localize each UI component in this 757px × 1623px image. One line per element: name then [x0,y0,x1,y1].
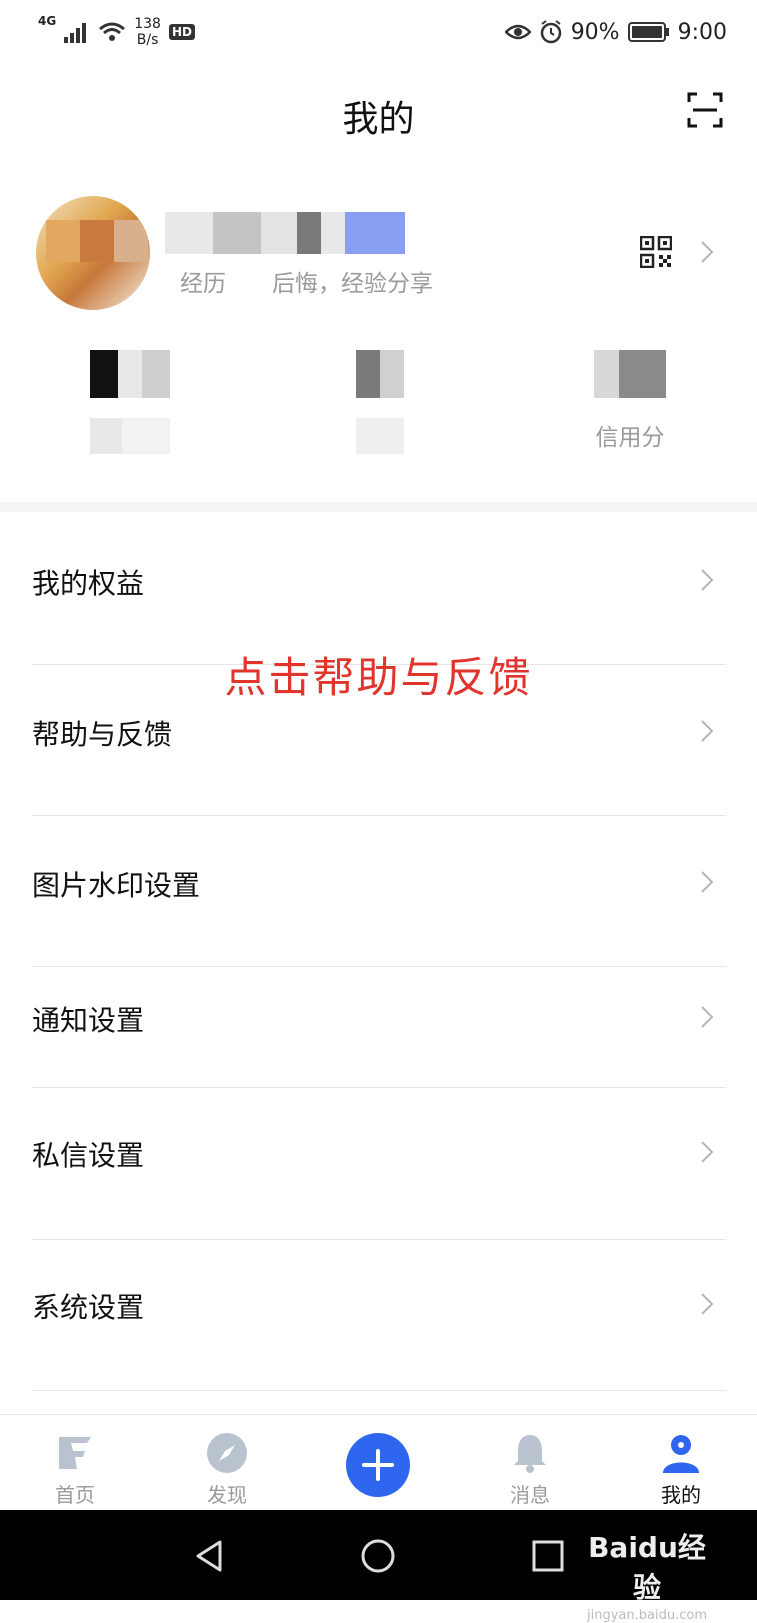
menu-item-notifications[interactable]: 通知设置 [0,967,757,1088]
title-bar: 我的 [0,64,757,164]
alarm-icon [540,20,561,44]
clock: 9:00 [677,19,727,45]
avatar-mosaic [80,220,114,262]
stat-item[interactable]: 信用分 [580,350,680,452]
tutorial-annotation: 点击帮助与反馈 [224,653,533,702]
stat-label-redacted [90,418,170,454]
chevron-right-icon [701,1141,714,1163]
stats-row: 信用分 [0,350,757,480]
tab-label: 首页 [55,1483,95,1507]
stat-label: 信用分 [595,425,665,451]
menu-item-label: 我的权益 [32,567,145,600]
battery-percent: 90% [570,19,620,45]
chevron-right-icon [701,871,714,893]
home-circle-icon[interactable] [360,1538,396,1574]
stat-item[interactable] [356,350,404,454]
compass-icon [207,1433,247,1473]
stat-value-redacted [90,350,170,398]
status-bar: 4G 138 B/s HD 90% 9:00 [0,0,757,64]
user-icon [663,1435,699,1473]
home-icon [59,1437,91,1469]
menu-item-label: 私信设置 [32,1139,145,1172]
recent-apps-icon[interactable] [530,1538,566,1574]
menu-item-benefits[interactable]: 我的权益 [0,512,757,665]
tab-mine[interactable]: 我的 [621,1415,741,1511]
baidu-jingyan-watermark: Baidu经验 jingyan.baidu.com [577,1526,717,1623]
avatar[interactable] [36,196,150,310]
qr-code-icon[interactable] [640,236,672,268]
watermark-url: jingyan.baidu.com [587,1608,707,1623]
speed-unit: B/s [136,32,159,48]
avatar-mosaic [46,220,80,262]
page-title: 我的 [342,99,415,140]
speed-value: 138 [134,16,161,32]
username-redacted [165,212,405,254]
status-right: 90% 9:00 [504,14,727,50]
system-navigation-bar: Baidu经验 jingyan.baidu.com [0,1510,757,1623]
network-speed: 138 B/s [134,16,161,48]
back-icon[interactable] [192,1538,228,1574]
add-button[interactable] [346,1433,410,1497]
chevron-right-icon [701,569,714,591]
hd-badge: HD [168,24,195,40]
menu-item-system[interactable]: 系统设置 [0,1240,757,1391]
profile-header[interactable]: 经历 后悔，经验分享 [0,180,757,320]
tab-home[interactable]: 首页 [15,1415,135,1511]
tab-label: 消息 [510,1483,550,1507]
chevron-right-icon [701,720,714,742]
menu-item-label: 通知设置 [32,1004,145,1037]
tab-label: 我的 [661,1483,701,1507]
chevron-right-icon [701,1293,714,1315]
tab-discover[interactable]: 发现 [167,1415,287,1511]
bell-icon [514,1435,546,1473]
menu-item-watermark[interactable]: 图片水印设置 [0,816,757,967]
menu-item-label: 图片水印设置 [32,869,201,902]
stat-value-redacted [356,350,404,398]
chevron-right-icon [701,241,714,263]
network-type: 4G [38,14,57,28]
status-left: 4G 138 B/s HD [38,14,195,50]
chevron-right-icon [701,1006,714,1028]
menu-item-private-messages[interactable]: 私信设置 [0,1088,757,1240]
profile-bio: 经历 后悔，经验分享 [180,271,433,297]
signal-icon [64,23,87,43]
menu-divider [32,1390,726,1391]
bottom-tab-bar: 首页 发现 消息 我的 [0,1414,757,1511]
tab-messages[interactable]: 消息 [470,1415,590,1511]
eye-icon [504,24,531,40]
tab-label: 发现 [207,1483,247,1507]
battery-icon [627,22,669,42]
menu-item-label: 系统设置 [32,1291,145,1324]
watermark-brand: Baidu经验 [588,1531,706,1604]
section-divider [0,502,757,512]
wifi-icon [99,22,126,41]
plus-icon [362,1449,394,1481]
stat-label-redacted [356,418,404,454]
stat-value-redacted [594,350,666,398]
stat-item[interactable] [90,350,170,454]
scan-icon[interactable] [687,92,723,128]
menu-item-label: 帮助与反馈 [32,718,173,751]
avatar-mosaic [114,220,148,262]
